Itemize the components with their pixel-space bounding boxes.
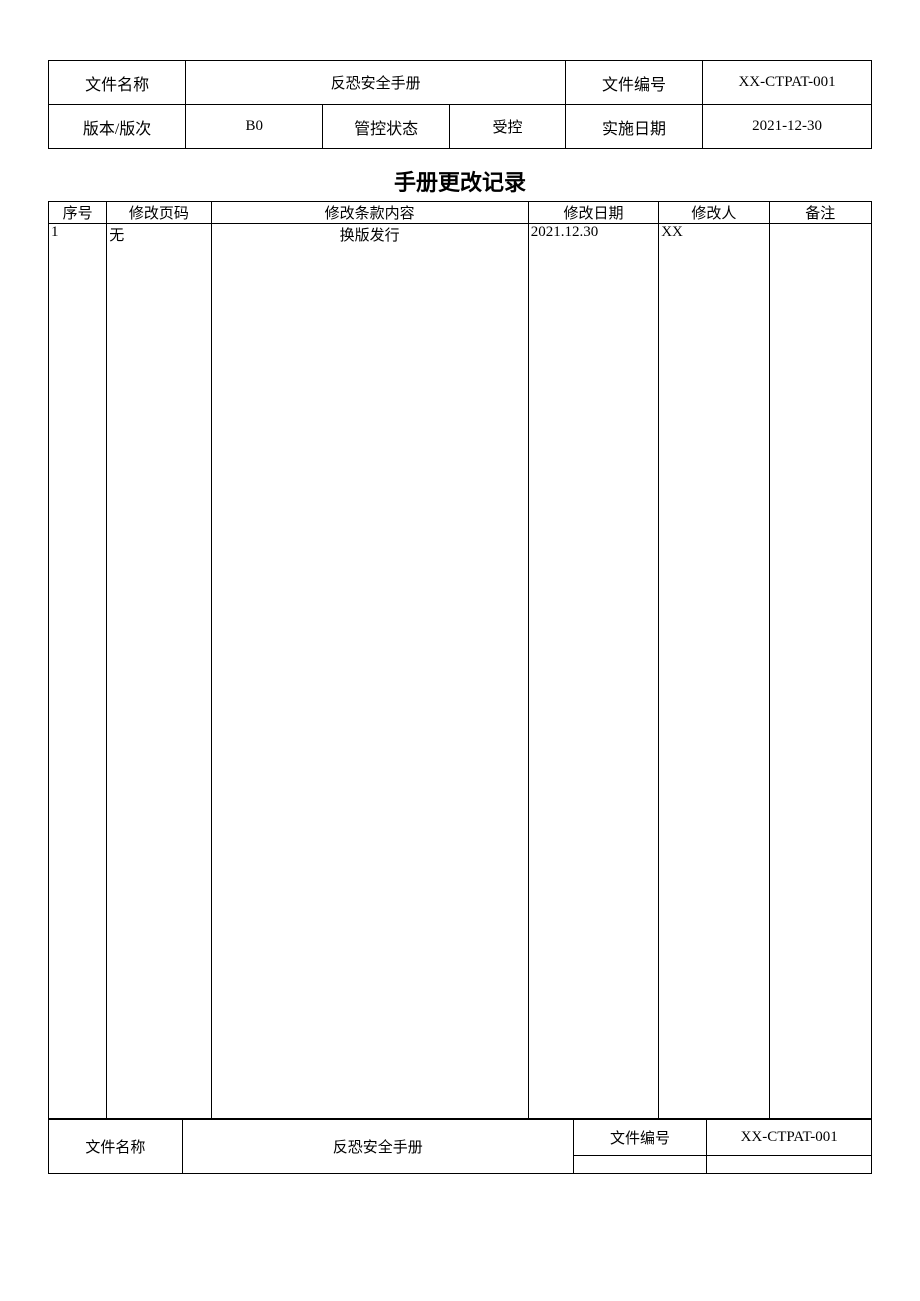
footer-empty-1 [573, 1156, 707, 1174]
file-no-label: 文件编号 [565, 61, 702, 105]
impl-date-value: 2021-12-30 [703, 105, 872, 149]
impl-date-label: 实施日期 [565, 105, 702, 149]
th-person: 修改人 [659, 202, 769, 224]
cell-page: 无 [107, 224, 211, 1119]
cell-content: 换版发行 [211, 224, 528, 1119]
control-status-value: 受控 [449, 105, 565, 149]
header-info-table: 文件名称 反恐安全手册 文件编号 XX-CTPAT-001 版本/版次 B0 管… [48, 60, 872, 149]
footer-info-table: 文件名称 反恐安全手册 文件编号 XX-CTPAT-001 [48, 1119, 872, 1174]
footer-file-name-value: 反恐安全手册 [182, 1120, 573, 1174]
cell-date: 2021.12.30 [528, 224, 658, 1119]
footer-file-no-value: XX-CTPAT-001 [707, 1120, 872, 1156]
footer-file-name-label: 文件名称 [49, 1120, 183, 1174]
file-no-value: XX-CTPAT-001 [703, 61, 872, 105]
cell-person: XX [659, 224, 769, 1119]
control-status-label: 管控状态 [323, 105, 450, 149]
table-row: 1 无 换版发行 2021.12.30 XX [49, 224, 872, 1119]
version-value: B0 [186, 105, 323, 149]
table-header-row: 序号 修改页码 修改条款内容 修改日期 修改人 备注 [49, 202, 872, 224]
footer-empty-2 [707, 1156, 872, 1174]
cell-seq: 1 [49, 224, 107, 1119]
th-page: 修改页码 [107, 202, 211, 224]
footer-file-no-label: 文件编号 [573, 1120, 707, 1156]
file-name-value: 反恐安全手册 [186, 61, 566, 105]
file-name-label: 文件名称 [49, 61, 186, 105]
th-date: 修改日期 [528, 202, 658, 224]
change-record-table: 序号 修改页码 修改条款内容 修改日期 修改人 备注 1 无 换版发行 2021… [48, 201, 872, 1119]
th-remark: 备注 [769, 202, 871, 224]
th-content: 修改条款内容 [211, 202, 528, 224]
version-label: 版本/版次 [49, 105, 186, 149]
th-seq: 序号 [49, 202, 107, 224]
cell-remark [769, 224, 871, 1119]
section-title: 手册更改记录 [48, 165, 872, 197]
